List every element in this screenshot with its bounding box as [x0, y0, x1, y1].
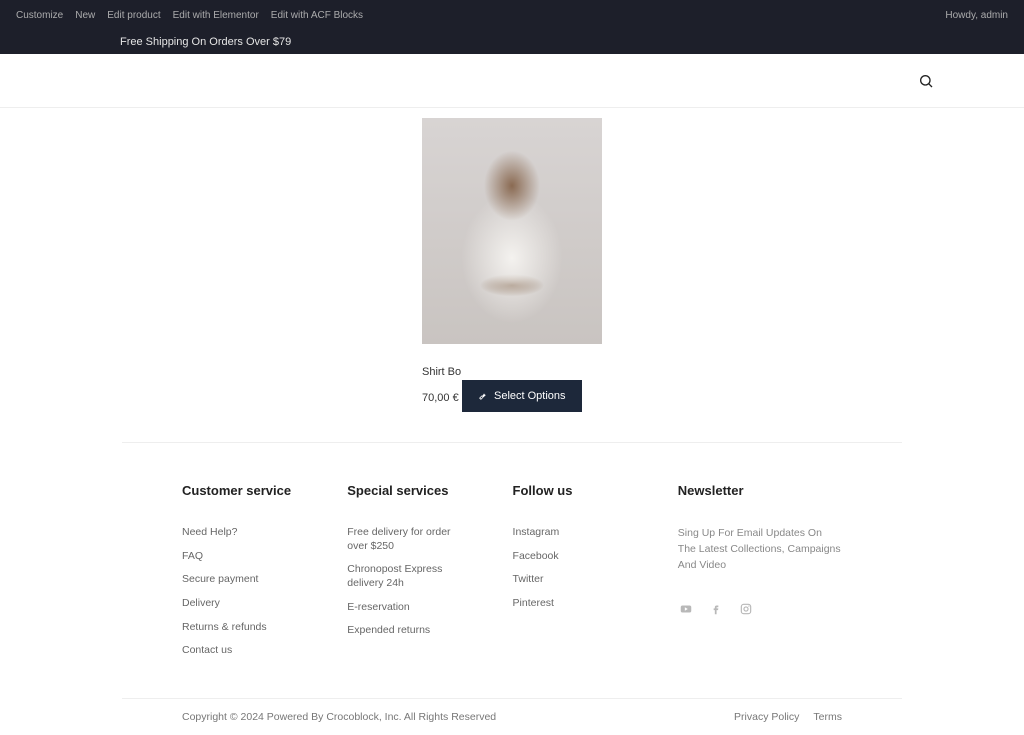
footer-link[interactable]: Secure payment	[182, 573, 299, 587]
adminbar-howdy[interactable]: Howdy, admin	[945, 10, 1008, 21]
adminbar-item[interactable]: Edit with ACF Blocks	[271, 10, 363, 21]
terms-link[interactable]: Terms	[813, 711, 842, 723]
button-label: Select Options	[494, 390, 566, 402]
announcement-bar: Free Shipping On Orders Over $79	[0, 30, 1024, 54]
product-title[interactable]: Shirt Bo	[422, 366, 602, 378]
footer-heading: Newsletter	[678, 483, 842, 498]
privacy-link[interactable]: Privacy Policy	[734, 711, 799, 723]
footer-col-newsletter: Newsletter Sing Up For Email Updates On …	[678, 483, 842, 668]
social-icons	[678, 601, 842, 617]
price-regular: 70,00 €	[422, 392, 459, 404]
product-card[interactable]: Shirt Bo 70,00 € 70,00 € Select Options	[422, 118, 602, 404]
adminbar-item[interactable]: New	[75, 10, 95, 21]
footer-heading: Follow us	[513, 483, 630, 498]
footer-link[interactable]: Need Help?	[182, 526, 299, 540]
adminbar-item[interactable]: Customize	[16, 10, 63, 21]
footer-link[interactable]: FAQ	[182, 550, 299, 564]
footer-link[interactable]: Delivery	[182, 597, 299, 611]
announcement-text: Free Shipping On Orders Over $79	[120, 36, 291, 48]
youtube-icon[interactable]	[678, 601, 694, 617]
footer-link[interactable]: Chronopost Express delivery 24h	[347, 563, 464, 590]
wrench-icon	[478, 391, 488, 401]
footer-link[interactable]: Expended returns	[347, 624, 464, 638]
newsletter-text: Sing Up For Email Updates On The Latest …	[678, 526, 842, 573]
footer-col-customer-service: Customer service Need Help? FAQ Secure p…	[182, 483, 299, 668]
site-header	[0, 54, 1024, 108]
footer-link[interactable]: Free delivery for order over $250	[347, 526, 464, 553]
footer-heading: Customer service	[182, 483, 299, 498]
facebook-icon[interactable]	[708, 601, 724, 617]
adminbar-item[interactable]: Edit product	[107, 10, 160, 21]
footer-link[interactable]: Contact us	[182, 644, 299, 658]
footer-link[interactable]: Returns & refunds	[182, 621, 299, 635]
search-icon	[918, 73, 934, 89]
footer-col-follow-us: Follow us Instagram Facebook Twitter Pin…	[513, 483, 630, 668]
instagram-icon[interactable]	[738, 601, 754, 617]
adminbar-item[interactable]: Edit with Elementor	[173, 10, 259, 21]
footer-link[interactable]: Instagram	[513, 526, 630, 540]
footer-link[interactable]: Facebook	[513, 550, 630, 564]
product-grid: Shirt Bo 70,00 € 70,00 € Select Options	[0, 108, 1024, 424]
copyright-text: Copyright © 2024 Powered By Crocoblock, …	[182, 711, 496, 723]
copyright-bar: Copyright © 2024 Powered By Crocoblock, …	[122, 698, 902, 735]
search-button[interactable]	[918, 73, 934, 89]
footer-heading: Special services	[347, 483, 464, 498]
product-image[interactable]	[422, 118, 602, 344]
wp-admin-bar[interactable]: Customize New Edit product Edit with Ele…	[0, 0, 1024, 30]
footer-link[interactable]: E-reservation	[347, 601, 464, 615]
select-options-button[interactable]: Select Options	[462, 380, 582, 412]
footer: Customer service Need Help? FAQ Secure p…	[122, 443, 902, 698]
footer-link[interactable]: Twitter	[513, 573, 630, 587]
footer-link[interactable]: Pinterest	[513, 597, 630, 611]
footer-col-special-services: Special services Free delivery for order…	[347, 483, 464, 668]
